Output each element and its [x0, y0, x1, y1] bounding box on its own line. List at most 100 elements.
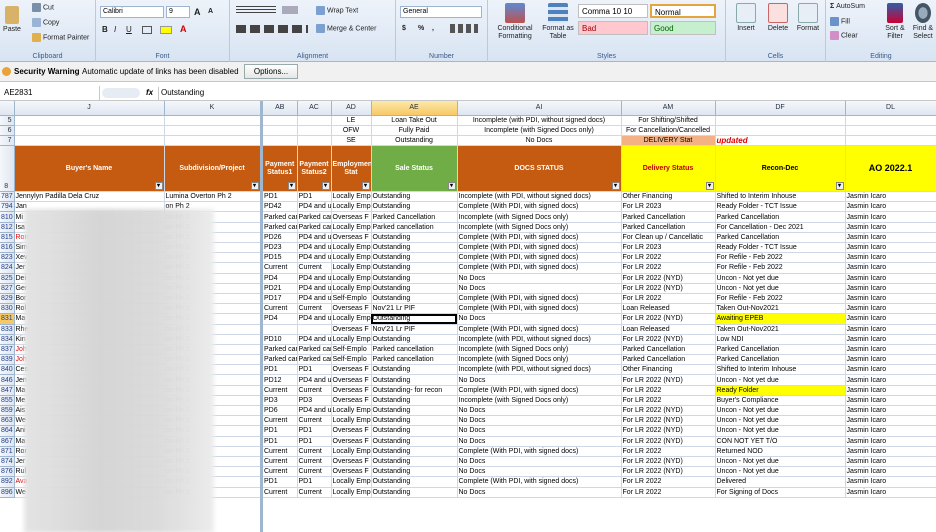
- cell-recon-dec[interactable]: Parked Cancellation: [715, 354, 846, 366]
- style-comma[interactable]: Comma 10 10: [578, 4, 648, 18]
- row-number[interactable]: 863: [0, 415, 15, 427]
- cell-ao[interactable]: Jasmin Icaro: [845, 436, 936, 447]
- clear-button[interactable]: Clear: [830, 31, 858, 40]
- shrink-font-button[interactable]: A: [208, 8, 213, 15]
- row-number[interactable]: 831: [0, 313, 15, 325]
- cell-ab[interactable]: Current: [263, 303, 298, 315]
- cell-ai[interactable]: No Docs: [457, 135, 622, 147]
- cell-ae[interactable]: Loan Take Out: [371, 115, 458, 126]
- align-top-icons[interactable]: [236, 6, 276, 14]
- options-button[interactable]: Options...: [244, 64, 298, 79]
- cell-delivery-status[interactable]: For LR 2022: [621, 385, 716, 396]
- cell-ac[interactable]: PD1: [297, 191, 332, 203]
- cell-ad[interactable]: Overseas F: [331, 436, 372, 447]
- filter-dropdown-ac[interactable]: ▾: [321, 182, 330, 191]
- cell-recon-dec[interactable]: Parked Cancellation: [715, 344, 846, 356]
- cell-ac[interactable]: Current: [297, 487, 332, 498]
- cell-ae[interactable]: Outstanding: [371, 135, 458, 147]
- cell-ao[interactable]: Jasmin Icaro: [845, 425, 936, 437]
- cell-ad[interactable]: Overseas F: [331, 456, 372, 468]
- cell-docs-status[interactable]: Incomplete (with PDI, without signed doc…: [457, 191, 622, 203]
- row-number[interactable]: 794: [0, 201, 15, 213]
- cell-ac[interactable]: PD4 and up: [297, 201, 332, 213]
- row-number[interactable]: 871: [0, 446, 15, 457]
- cell-j[interactable]: [14, 125, 165, 136]
- cell-k[interactable]: [164, 125, 261, 136]
- cell-sale-status[interactable]: Outstanding: [371, 313, 458, 325]
- cell-ao[interactable]: Jasmin Icaro: [845, 211, 936, 223]
- cell-delivery-status[interactable]: For LR 2022: [621, 293, 716, 305]
- row-number[interactable]: 859: [0, 405, 15, 417]
- cell-ac[interactable]: PD1: [297, 425, 332, 437]
- cell-docs-status[interactable]: No Docs: [457, 456, 622, 468]
- copy-button[interactable]: Copy: [32, 18, 59, 27]
- cell-docs-status[interactable]: Complete (With PDI, with signed docs): [457, 232, 622, 244]
- column-header-j[interactable]: J: [14, 101, 165, 116]
- cell-ab[interactable]: Current: [263, 466, 298, 478]
- select-all[interactable]: [0, 101, 15, 116]
- cell-ad[interactable]: Overseas F: [331, 395, 372, 407]
- formula-controls[interactable]: [102, 88, 140, 98]
- cell-sale-status[interactable]: Parked cancellation: [371, 222, 458, 233]
- cell-ad[interactable]: Locally Emp: [331, 405, 372, 417]
- cell-recon-dec[interactable]: For Refile - Feb 2022: [715, 262, 846, 274]
- cell-sale-status[interactable]: Outstanding: [371, 232, 458, 244]
- cell-ao[interactable]: Jasmin Icaro: [845, 303, 936, 315]
- cell-df[interactable]: updated: [715, 135, 846, 147]
- cell-ao[interactable]: Jasmin Icaro: [845, 313, 936, 325]
- percent-button[interactable]: %: [418, 25, 424, 32]
- cell-ac[interactable]: PD1: [297, 364, 332, 376]
- cell-ab[interactable]: PD3: [263, 395, 298, 407]
- font-size-select[interactable]: 9: [166, 6, 190, 18]
- cell-docs-status[interactable]: No Docs: [457, 436, 622, 447]
- row-number[interactable]: 892: [0, 476, 15, 488]
- cell-dl[interactable]: [845, 125, 936, 136]
- cell-ac[interactable]: Parked canc: [297, 222, 332, 233]
- cell-ac[interactable]: PD4 and up: [297, 273, 332, 284]
- insert-button[interactable]: Insert: [732, 3, 760, 33]
- cell-ad[interactable]: SE: [331, 135, 372, 147]
- cell-ao[interactable]: Jasmin Icaro: [845, 374, 936, 386]
- cell-recon-dec[interactable]: Uncon - Not yet due: [715, 425, 846, 437]
- cell-ab[interactable]: PD1: [263, 191, 298, 203]
- row-number[interactable]: 874: [0, 456, 15, 468]
- cell-recon-dec[interactable]: Parked Cancellation: [715, 211, 846, 223]
- cell-ad[interactable]: Overseas F: [331, 303, 372, 315]
- cell-docs-status[interactable]: Complete (With PDI, with signed docs): [457, 201, 622, 213]
- cell-ac[interactable]: [297, 115, 332, 126]
- borders-icon[interactable]: [142, 26, 152, 34]
- cell-ad[interactable]: Locally Emp: [331, 191, 372, 203]
- cell-sale-status[interactable]: Outstanding: [371, 262, 458, 274]
- cell-ad[interactable]: Overseas F: [331, 374, 372, 386]
- cell-ao[interactable]: Jasmin Icaro: [845, 334, 936, 345]
- cell-recon-dec[interactable]: Returned NOD: [715, 446, 846, 457]
- cell-recon-dec[interactable]: Taken Out-Nov2021: [715, 303, 846, 315]
- row-number[interactable]: 6: [0, 125, 15, 136]
- cell-ao[interactable]: Jasmin Icaro: [845, 191, 936, 203]
- cell-recon-dec[interactable]: Uncon - Not yet due: [715, 466, 846, 478]
- cell-df[interactable]: [715, 125, 846, 136]
- cell-delivery-status[interactable]: For LR 2022: [621, 262, 716, 274]
- cell-ac[interactable]: PD1: [297, 476, 332, 488]
- cell-ab[interactable]: PD17: [263, 293, 298, 305]
- sort-filter-button[interactable]: Sort & Filter: [882, 3, 908, 41]
- cell-ao[interactable]: Jasmin Icaro: [845, 385, 936, 396]
- cell-ad[interactable]: Locally Emp: [331, 446, 372, 457]
- cell-ac[interactable]: Current: [297, 415, 332, 427]
- cell-ao[interactable]: Jasmin Icaro: [845, 415, 936, 427]
- cell-ad[interactable]: Locally Emp: [331, 201, 372, 213]
- cell-ab[interactable]: PD1: [263, 436, 298, 447]
- cell-ac[interactable]: PD4 and up: [297, 252, 332, 264]
- cell-ac[interactable]: PD4 and up: [297, 293, 332, 305]
- cell-ac[interactable]: PD4 and up: [297, 313, 332, 325]
- cell-recon-dec[interactable]: Ready Folder: [715, 385, 846, 396]
- bold-button[interactable]: B: [102, 25, 108, 34]
- cell-ac[interactable]: PD4 and up: [297, 405, 332, 417]
- cell-docs-status[interactable]: Complete (With PDI, with signed docs): [457, 476, 622, 488]
- cell-delivery-status[interactable]: Parked Cancellation: [621, 344, 716, 356]
- cell-ad[interactable]: LE: [331, 115, 372, 126]
- cell-ad[interactable]: Locally Emp: [331, 242, 372, 254]
- cell-ab[interactable]: Current: [263, 446, 298, 457]
- row-number[interactable]: 830: [0, 303, 15, 315]
- orientation-icon[interactable]: [282, 6, 298, 14]
